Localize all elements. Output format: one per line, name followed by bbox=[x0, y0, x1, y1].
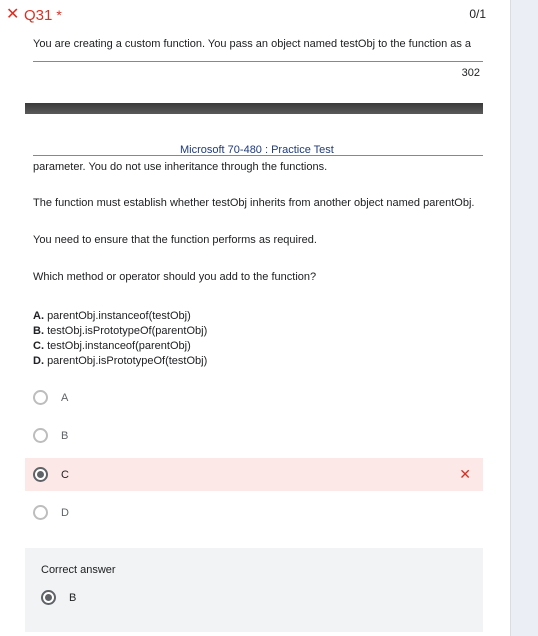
radio-a[interactable] bbox=[33, 390, 48, 405]
answer-options-list: A. parentObj.instanceof(testObj) B. test… bbox=[33, 309, 207, 369]
option-b: B. testObj.isPrototypeOf(parentObj) bbox=[33, 325, 208, 337]
option-a: A. parentObj.instanceof(testObj) bbox=[33, 310, 191, 322]
correct-radio bbox=[41, 590, 56, 605]
choice-c[interactable]: C ✕ bbox=[25, 458, 483, 491]
correct-answer-panel: Correct answer B bbox=[25, 548, 483, 632]
question-text-line-3: The function must establish whether test… bbox=[33, 197, 475, 209]
option-c: C. testObj.instanceof(parentObj) bbox=[33, 340, 191, 352]
choice-d[interactable]: D bbox=[25, 496, 483, 529]
correct-answer-label: B bbox=[69, 591, 77, 604]
choice-d-label: D bbox=[61, 506, 69, 519]
radio-c[interactable] bbox=[33, 467, 48, 482]
page-break-band bbox=[25, 103, 483, 114]
question-text-line-4: You need to ensure that the function per… bbox=[33, 234, 317, 246]
question-header: ✕ Q31 * 0/1 bbox=[6, 6, 486, 24]
choice-b-label: B bbox=[61, 429, 69, 442]
correct-answer-title: Correct answer bbox=[41, 564, 116, 576]
title-divider bbox=[33, 155, 483, 156]
close-icon: ✕ bbox=[6, 6, 20, 23]
required-mark: * bbox=[56, 7, 62, 23]
choice-c-label: C bbox=[61, 468, 69, 481]
question-number: Q31 bbox=[24, 6, 53, 24]
question-text-line-1: You are creating a custom function. You … bbox=[33, 38, 472, 50]
page-number: 302 bbox=[461, 67, 480, 79]
question-card: ✕ Q31 * 0/1 You are creating a custom fu… bbox=[0, 0, 510, 636]
radio-d[interactable] bbox=[33, 505, 48, 520]
choice-b[interactable]: B bbox=[25, 419, 483, 452]
question-text-line-2: parameter. You do not use inheritance th… bbox=[33, 161, 328, 173]
incorrect-icon: ✕ bbox=[459, 466, 471, 482]
option-d: D. parentObj.isPrototypeOf(testObj) bbox=[33, 355, 208, 367]
question-score: 0/1 bbox=[469, 7, 486, 21]
right-scroll-gutter bbox=[510, 0, 538, 636]
correct-answer-choice: B bbox=[41, 590, 76, 605]
radio-b[interactable] bbox=[33, 428, 48, 443]
question-text-line-5: Which method or operator should you add … bbox=[33, 271, 317, 283]
page-divider bbox=[33, 61, 483, 62]
choice-a-label: A bbox=[61, 391, 69, 404]
choice-a[interactable]: A bbox=[25, 381, 483, 414]
